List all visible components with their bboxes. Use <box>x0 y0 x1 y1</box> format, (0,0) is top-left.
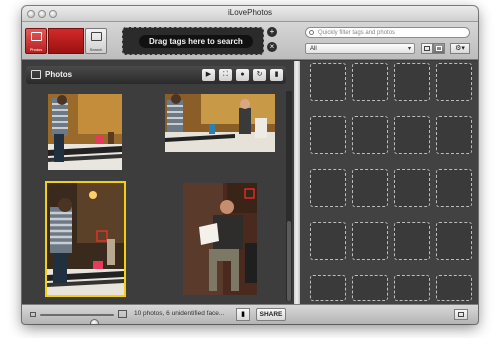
scrollbar-thumb[interactable] <box>287 221 291 301</box>
search-results-pane <box>300 61 478 304</box>
zoom-slider[interactable] <box>40 314 114 324</box>
empty-slot <box>394 116 430 154</box>
empty-slot <box>352 169 388 207</box>
panel-icon <box>458 312 464 317</box>
list-view-button[interactable] <box>421 43 433 54</box>
zoom-min-icon <box>30 312 36 317</box>
empty-slot <box>436 275 472 301</box>
empty-slot <box>352 222 388 260</box>
rotate-button[interactable]: ↻ <box>253 69 266 81</box>
photo-thumbnail[interactable] <box>48 94 122 170</box>
slideshow-button[interactable]: ▶ <box>202 69 215 81</box>
fullscreen-icon: ⛶ <box>223 71 228 78</box>
delete-button[interactable]: ▮ <box>270 69 283 81</box>
toolbar: Photos Search Drag tags here to search +… <box>22 22 478 60</box>
zoom-slider-knob[interactable] <box>90 319 99 324</box>
empty-slot <box>310 169 346 207</box>
chevron-down-icon: ▾ <box>407 46 411 52</box>
settings-menu-button[interactable]: ⚙▾ <box>450 43 470 54</box>
empty-slot <box>436 169 472 207</box>
status-bar: 10 photos, 6 unidentified face... ▮ SHAR… <box>22 304 478 324</box>
photos-icon <box>31 70 41 79</box>
photos-mode-label: Photos <box>29 47 43 52</box>
delete-photos-button[interactable]: ▮ <box>236 308 250 321</box>
empty-slot <box>310 275 346 301</box>
photo-image <box>183 183 257 295</box>
photos-pane: Photos ▶ ⛶ ● ↻ ▮ <box>22 61 294 304</box>
empty-slot <box>394 63 430 101</box>
empty-slot <box>394 275 430 301</box>
trash-icon: ▮ <box>274 71 279 78</box>
close-icon[interactable]: × <box>267 42 277 52</box>
empty-slot <box>436 63 472 101</box>
grid-view-icon <box>436 46 442 51</box>
empty-slot <box>310 63 346 101</box>
empty-slot <box>394 169 430 207</box>
photo-image <box>165 94 275 152</box>
faces-button[interactable]: ● <box>236 69 249 81</box>
add-icon[interactable]: + <box>267 27 277 37</box>
search-mode-label: Search <box>89 47 103 52</box>
photo-thumbnail-selected[interactable] <box>45 181 126 297</box>
share-button[interactable]: SHARE <box>256 308 286 321</box>
gear-icon: ⚙▾ <box>455 45 465 52</box>
empty-slot <box>394 222 430 260</box>
window-title: iLovePhotos <box>227 8 273 17</box>
slideshow-icon: ▶ <box>205 71 212 78</box>
mode-indicator <box>48 28 84 54</box>
tag-drop-zone[interactable]: Drag tags here to search <box>122 27 264 55</box>
photos-scrollbar[interactable] <box>286 91 292 301</box>
filter-select[interactable]: All ▾ <box>305 43 415 54</box>
empty-slot <box>310 116 346 154</box>
drop-zone-label: Drag tags here to search <box>139 35 253 48</box>
panel-toggle-button[interactable] <box>454 309 468 320</box>
photos-mode-icon <box>31 32 42 41</box>
search-icon <box>309 30 314 35</box>
fullscreen-button[interactable]: ⛶ <box>219 69 232 81</box>
status-text: 10 photos, 6 unidentified face... <box>134 310 225 317</box>
search-input[interactable]: Quickly filter tags and photos <box>305 27 470 38</box>
photo-thumbnail[interactable] <box>165 94 275 152</box>
empty-slot <box>352 275 388 301</box>
empty-slot <box>436 222 472 260</box>
search-mode-button[interactable]: Search <box>85 28 107 54</box>
empty-slot <box>310 222 346 260</box>
app-window: iLovePhotos Photos Search Drag tags here… <box>22 6 478 324</box>
empty-slot <box>436 116 472 154</box>
photo-thumbnail[interactable] <box>183 183 257 295</box>
photos-mode-button[interactable]: Photos <box>25 28 47 54</box>
person-icon: ● <box>240 71 245 78</box>
empty-slot <box>352 116 388 154</box>
photo-image <box>48 94 122 170</box>
photos-header: Photos ▶ ⛶ ● ↻ ▮ <box>26 66 286 84</box>
trash-icon: ▮ <box>241 311 245 318</box>
search-placeholder: Quickly filter tags and photos <box>318 30 396 36</box>
photos-title: Photos <box>45 70 73 79</box>
zoom-max-icon <box>118 310 127 318</box>
search-mode-icon <box>91 32 102 41</box>
filter-value: All <box>310 46 317 52</box>
list-view-icon <box>424 46 430 51</box>
photo-image <box>47 183 124 295</box>
title-bar: iLovePhotos <box>22 6 478 22</box>
rotate-icon: ↻ <box>256 71 263 78</box>
empty-slot <box>352 63 388 101</box>
grid-view-button[interactable] <box>433 43 445 54</box>
